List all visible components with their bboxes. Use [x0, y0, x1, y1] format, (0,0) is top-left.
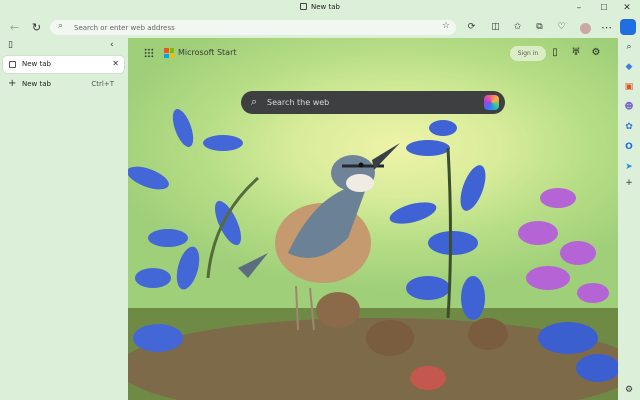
copilot-icon[interactable]: [620, 19, 636, 35]
sidebar-send-icon[interactable]: ➤: [622, 160, 636, 174]
ntp-header: Microsoft Start Sign in ▯ ♅ ⚙: [128, 38, 618, 68]
browser-essentials-icon[interactable]: ♡: [553, 19, 570, 36]
app-launcher-icon[interactable]: [144, 48, 154, 58]
new-tab-shortcut: Ctrl+T: [91, 80, 114, 88]
window-title: New tab: [0, 3, 640, 11]
tab-actions-icon[interactable]: ▯: [8, 40, 13, 50]
tab-favicon-icon: [9, 61, 16, 68]
sidebar-add-icon[interactable]: +: [622, 176, 636, 190]
edge-sidebar: ⌕ ◆ ▣ ☻ ✿ O ➤ + ⚙: [618, 38, 640, 400]
close-button[interactable]: ✕: [614, 1, 640, 15]
refresh-button[interactable]: ↻: [28, 19, 45, 36]
collections-icon[interactable]: ⧉: [531, 19, 548, 36]
sidebar-settings-icon[interactable]: ⚙: [622, 383, 636, 397]
web-search-bar[interactable]: ⌕: [241, 91, 505, 114]
settings-gear-icon[interactable]: ⚙: [589, 46, 603, 60]
sidebar-tools-icon[interactable]: ✿: [622, 120, 636, 134]
new-tab-page: Microsoft Start Sign in ▯ ♅ ⚙ ⌕: [128, 38, 618, 400]
new-tab-label: New tab: [22, 80, 51, 88]
address-bar[interactable]: ⌕ ☆: [50, 20, 456, 35]
collapse-pane-icon[interactable]: ‹: [110, 40, 114, 50]
plus-icon: +: [8, 78, 17, 89]
title-bar: New tab – ☐ ✕: [0, 0, 640, 17]
sidebar-tag-icon[interactable]: ◆: [622, 60, 636, 74]
tab-label: New tab: [22, 60, 51, 68]
toolbar: ← ↻ ⌕ ☆ ⟳ ◫ ✩ ⧉ ♡ ⋯: [0, 17, 640, 38]
new-tab-button[interactable]: + New tab Ctrl+T: [3, 77, 124, 91]
copilot-search-icon[interactable]: [484, 95, 499, 110]
back-button[interactable]: ←: [6, 19, 23, 36]
sidebar-shopping-icon[interactable]: ▣: [622, 80, 636, 94]
web-search-input[interactable]: [267, 95, 467, 110]
sign-in-button[interactable]: Sign in: [510, 46, 546, 61]
address-input[interactable]: [74, 21, 414, 34]
minimize-button[interactable]: –: [566, 1, 592, 15]
rewards-icon[interactable]: ♅: [569, 46, 583, 60]
vertical-tabs-pane: ▯ ‹ New tab ✕ + New tab Ctrl+T: [0, 38, 128, 400]
search-icon: ⌕: [58, 21, 64, 31]
brand-name: Microsoft Start: [178, 48, 237, 57]
sidebar-search-icon[interactable]: ⌕: [622, 40, 636, 54]
tab-new-tab[interactable]: New tab ✕: [3, 56, 124, 73]
sidebar-people-icon[interactable]: ☻: [622, 100, 636, 114]
microsoft-logo-icon: [164, 48, 174, 58]
close-tab-icon[interactable]: ✕: [112, 59, 119, 68]
favorites-icon[interactable]: ✩: [509, 19, 526, 36]
profile-icon[interactable]: [577, 19, 594, 36]
search-icon: ⌕: [251, 95, 258, 108]
add-favorite-icon[interactable]: ☆: [442, 21, 450, 31]
extensions-icon[interactable]: ⟳: [463, 19, 480, 36]
split-screen-icon[interactable]: ◫: [487, 19, 504, 36]
mobile-icon[interactable]: ▯: [548, 46, 562, 60]
tab-icon: [300, 3, 307, 10]
more-icon[interactable]: ⋯: [598, 19, 615, 36]
sidebar-outlook-icon[interactable]: O: [622, 140, 636, 154]
